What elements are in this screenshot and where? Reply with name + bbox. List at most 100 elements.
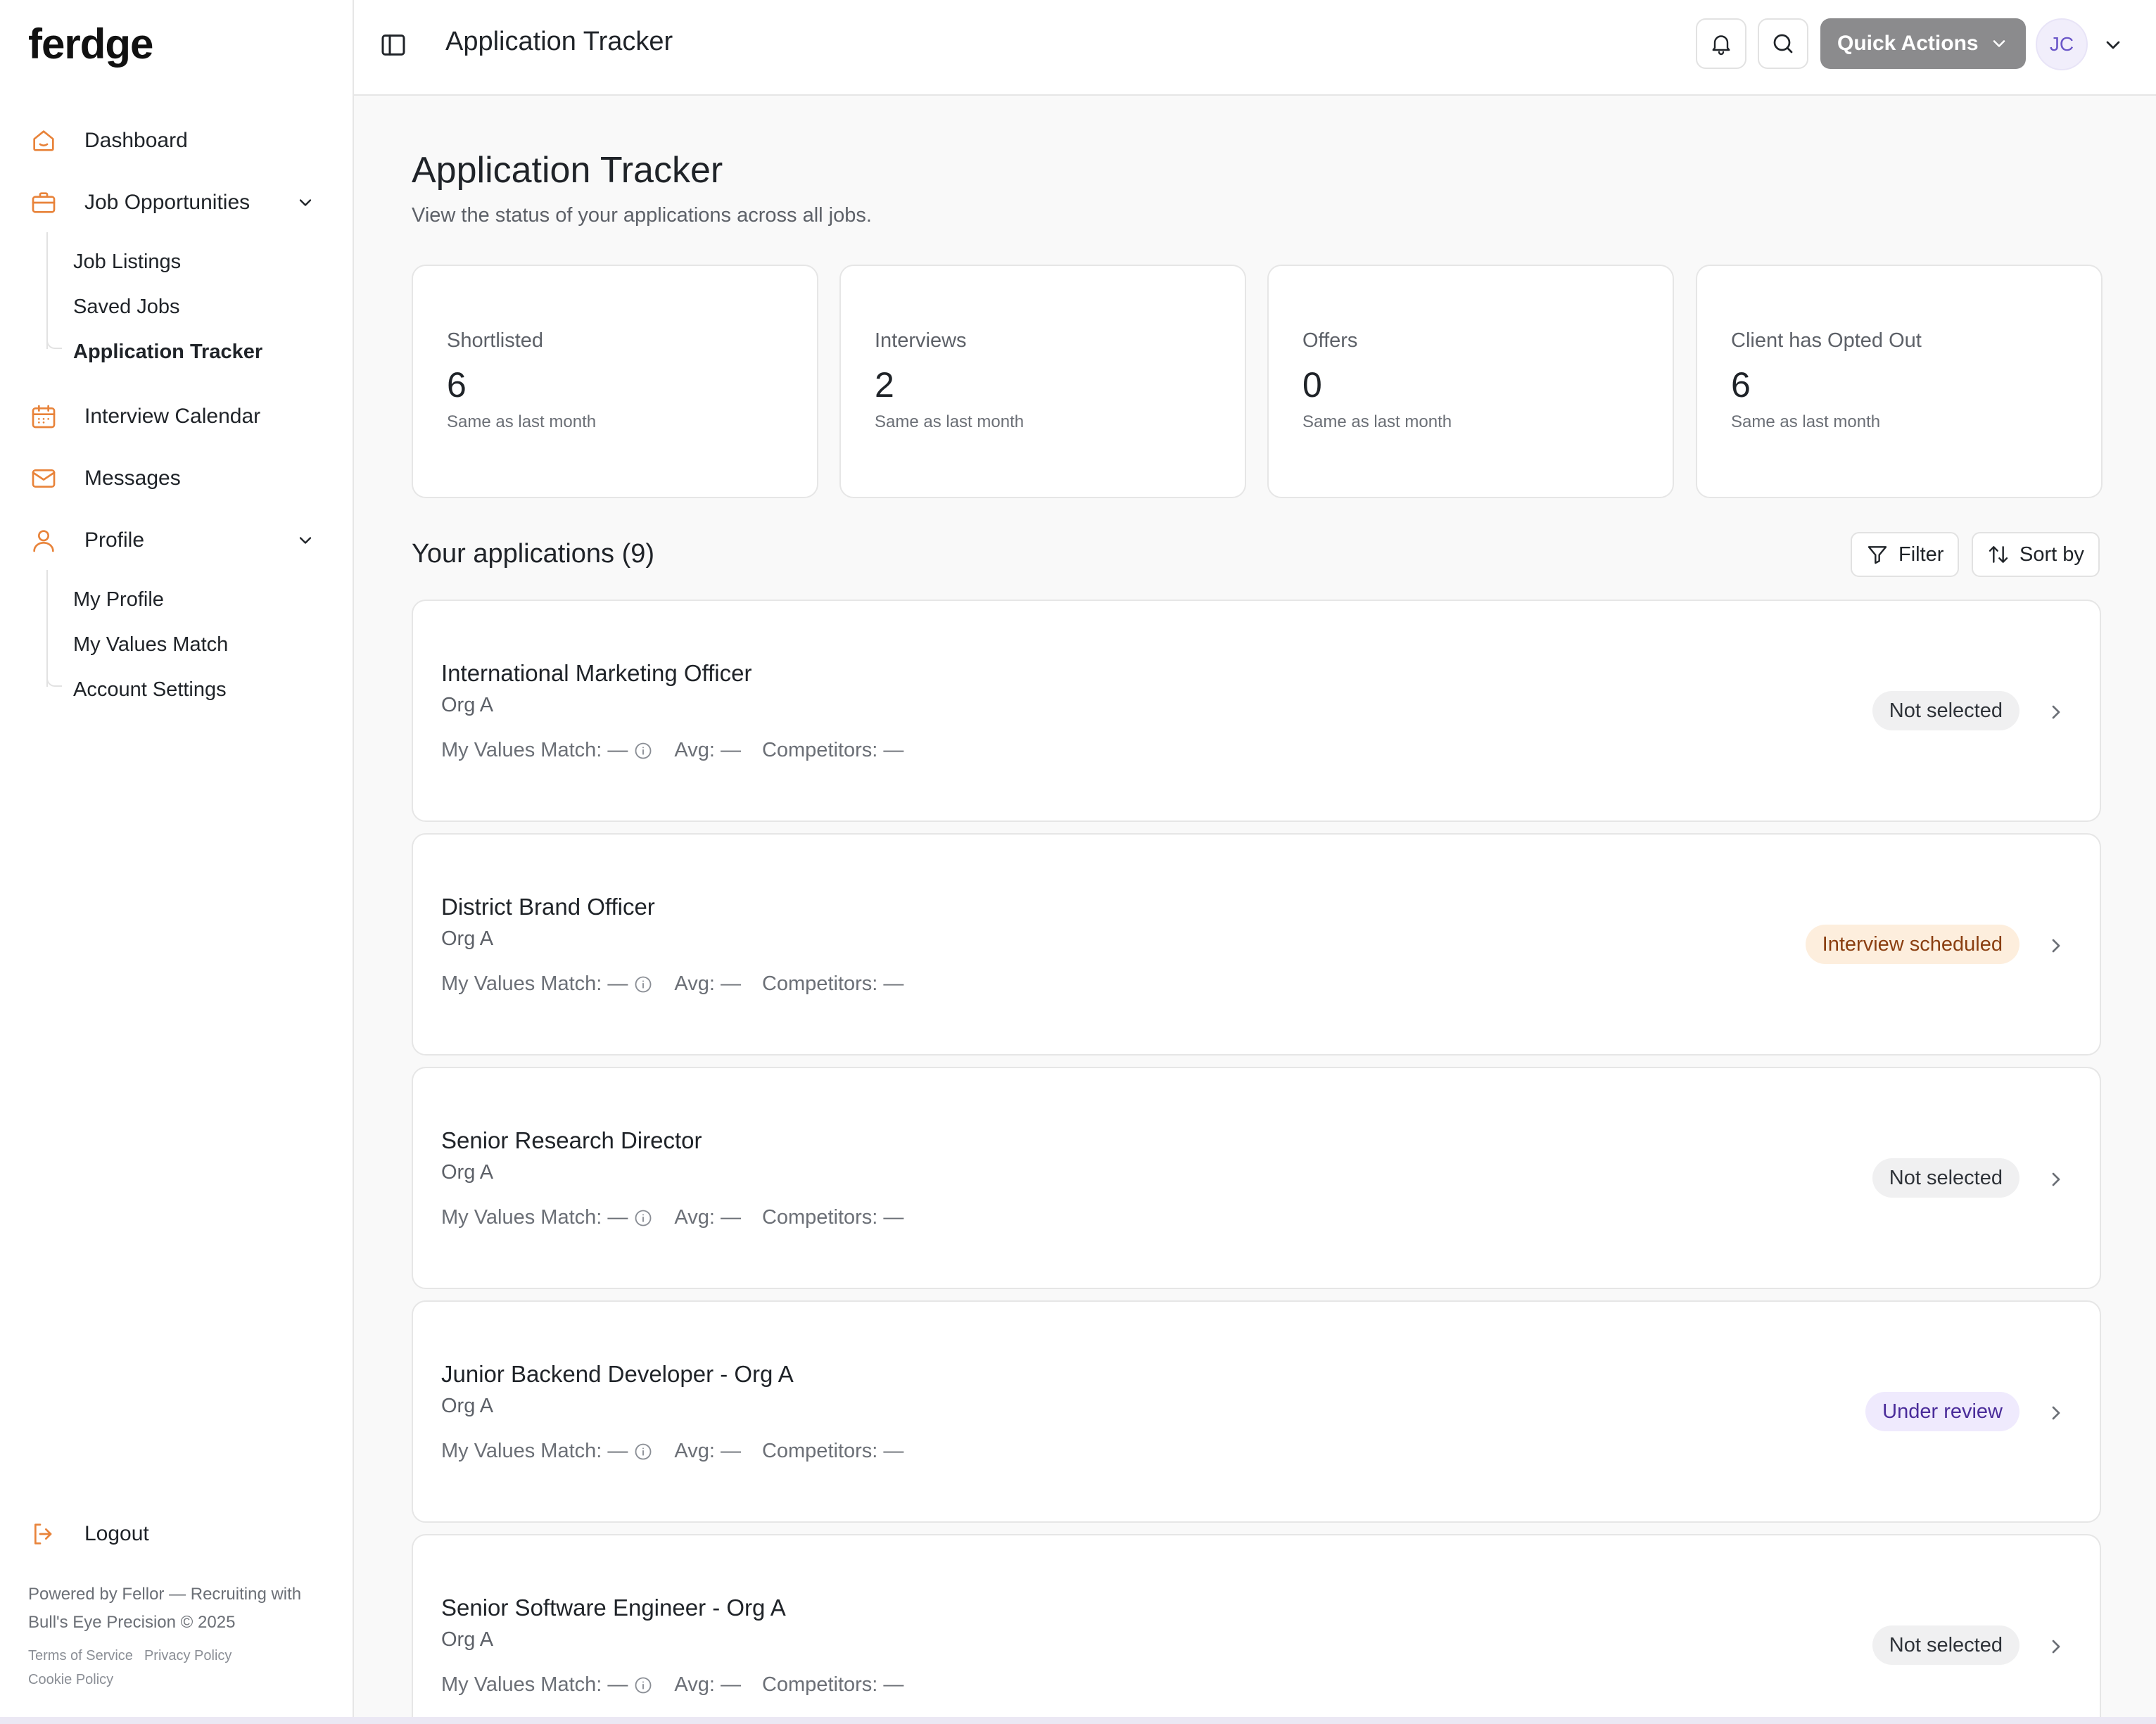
avatar[interactable]: JC	[2036, 18, 2088, 70]
application-org: Org A	[441, 1395, 494, 1417]
sidebar-item-job-listings[interactable]: Job Listings	[73, 246, 181, 277]
chevron-right-icon[interactable]	[2045, 1635, 2067, 1658]
application-card[interactable]: Junior Backend Developer - Org A Org A M…	[412, 1300, 2101, 1523]
application-meta: My Values Match: — Avg: — Competitors: —	[441, 739, 903, 762]
sidebar-item-interview-calendar[interactable]: Interview Calendar	[28, 394, 331, 439]
sidebar-item-my-values-match[interactable]: My Values Match	[73, 629, 228, 660]
sidebar-item-application-tracker[interactable]: Application Tracker	[73, 336, 262, 367]
sidebar-item-job-opportunities[interactable]: Job Opportunities	[28, 180, 331, 225]
home-icon	[28, 125, 59, 156]
stat-note: Same as last month	[875, 412, 1025, 431]
sort-label: Sort by	[2019, 543, 2084, 566]
chevron-right-icon[interactable]	[2045, 701, 2067, 723]
mail-icon	[28, 463, 59, 494]
status-badge: Under review	[1865, 1392, 2019, 1431]
application-title: Junior Backend Developer - Org A	[441, 1361, 794, 1387]
subnav-curve	[46, 334, 62, 349]
application-card[interactable]: Senior Software Engineer - Org A Org A M…	[412, 1534, 2101, 1724]
values-match: My Values Match: —	[441, 972, 628, 995]
filter-button[interactable]: Filter	[1851, 532, 1960, 577]
topbar-title: Application Tracker	[445, 27, 673, 56]
info-icon[interactable]	[633, 1208, 653, 1228]
terms-link[interactable]: Terms of Service	[28, 1648, 133, 1663]
briefcase-icon	[28, 187, 59, 218]
search-button[interactable]	[1758, 18, 1808, 69]
page-subtitle: View the status of your applications acr…	[412, 204, 872, 227]
competitors-score: Competitors: —	[761, 972, 904, 995]
avg-score: Avg: —	[674, 739, 741, 761]
sidebar-item-label: Dashboard	[84, 129, 188, 152]
avg-score: Avg: —	[674, 972, 741, 995]
chevron-down-icon[interactable]	[296, 531, 315, 550]
application-title: International Marketing Officer	[441, 660, 752, 686]
sidebar-item-label: Interview Calendar	[84, 405, 261, 428]
info-icon[interactable]	[633, 741, 653, 761]
quick-actions-button[interactable]: Quick Actions	[1820, 18, 2026, 69]
applications-heading: Your applications (9)	[412, 539, 655, 569]
notifications-button[interactable]	[1696, 18, 1746, 69]
chevron-right-icon[interactable]	[2045, 1168, 2067, 1191]
logout-button[interactable]: Logout	[28, 1511, 331, 1557]
stat-value: 2	[875, 365, 894, 405]
application-card[interactable]: District Brand Officer Org A My Values M…	[412, 833, 2101, 1056]
status-badge: Interview scheduled	[1805, 925, 2019, 964]
page-title: Application Tracker	[412, 150, 723, 191]
info-icon[interactable]	[633, 1442, 653, 1462]
sidebar-item-saved-jobs[interactable]: Saved Jobs	[73, 291, 180, 322]
sidebar-item-dashboard[interactable]: Dashboard	[28, 118, 331, 163]
cookie-link[interactable]: Cookie Policy	[28, 1672, 113, 1687]
chevron-down-icon[interactable]	[296, 193, 315, 213]
sidebar-item-account-settings[interactable]: Account Settings	[73, 674, 227, 705]
status-badge: Not selected	[1872, 1625, 2019, 1665]
application-meta: My Values Match: — Avg: — Competitors: —	[441, 1673, 903, 1697]
sidebar-item-label: Job Opportunities	[84, 191, 251, 214]
values-match: My Values Match: —	[441, 1673, 628, 1696]
chevron-right-icon[interactable]	[2045, 934, 2067, 957]
status-badge: Not selected	[1872, 1158, 2019, 1198]
application-card[interactable]: Senior Research Director Org A My Values…	[412, 1067, 2101, 1289]
application-meta: My Values Match: — Avg: — Competitors: —	[441, 972, 903, 996]
application-meta: My Values Match: — Avg: — Competitors: —	[441, 1440, 903, 1463]
logout-icon	[28, 1519, 59, 1549]
stat-card-opted-out: Client has Opted Out 6 Same as last mont…	[1696, 265, 2103, 498]
stat-note: Same as last month	[1731, 412, 1881, 431]
stat-value: 0	[1302, 365, 1322, 405]
sort-button[interactable]: Sort by	[1972, 532, 2100, 577]
info-icon[interactable]	[633, 975, 653, 994]
user-icon	[28, 525, 59, 556]
application-org: Org A	[441, 1161, 494, 1184]
filter-icon	[1868, 546, 1887, 564]
chevron-right-icon[interactable]	[2045, 1402, 2067, 1424]
stat-note: Same as last month	[1302, 412, 1452, 431]
sidebar-item-profile[interactable]: Profile	[28, 518, 331, 563]
stat-value: 6	[1731, 365, 1751, 405]
stat-label: Interviews	[875, 329, 967, 352]
sidebar-item-my-profile[interactable]: My Profile	[73, 584, 164, 615]
sidebar-toggle-icon[interactable]	[379, 31, 407, 59]
application-title: Senior Software Engineer - Org A	[441, 1595, 786, 1621]
brand-logo[interactable]: ferdge	[28, 20, 153, 68]
sidebar-item-messages[interactable]: Messages	[28, 456, 331, 501]
stat-note: Same as last month	[447, 412, 597, 431]
values-match: My Values Match: —	[441, 1206, 628, 1229]
competitors-score: Competitors: —	[761, 1673, 904, 1696]
stat-value: 6	[447, 365, 467, 405]
application-title: District Brand Officer	[441, 894, 655, 920]
chevron-down-icon	[1993, 40, 2005, 47]
subnav-curve	[46, 671, 62, 687]
calendar-icon	[28, 401, 59, 432]
search-icon	[1773, 34, 1793, 53]
chevron-down-icon[interactable]	[2102, 34, 2124, 56]
topbar: Application Tracker Quick Actions JC	[354, 0, 2156, 96]
stat-card-interviews: Interviews 2 Same as last month	[839, 265, 1246, 498]
sidebar: ferdge Dashboard Job Opportunities Job L…	[0, 0, 354, 1717]
stat-card-offers: Offers 0 Same as last month	[1267, 265, 1674, 498]
stat-card-shortlisted: Shortlisted 6 Same as last month	[412, 265, 818, 498]
bottom-strip	[0, 1717, 2156, 1724]
info-icon[interactable]	[633, 1675, 653, 1695]
application-card[interactable]: International Marketing Officer Org A My…	[412, 600, 2101, 822]
bell-icon	[1712, 35, 1730, 56]
privacy-link[interactable]: Privacy Policy	[144, 1648, 232, 1663]
avg-score: Avg: —	[674, 1673, 741, 1696]
application-org: Org A	[441, 927, 494, 950]
